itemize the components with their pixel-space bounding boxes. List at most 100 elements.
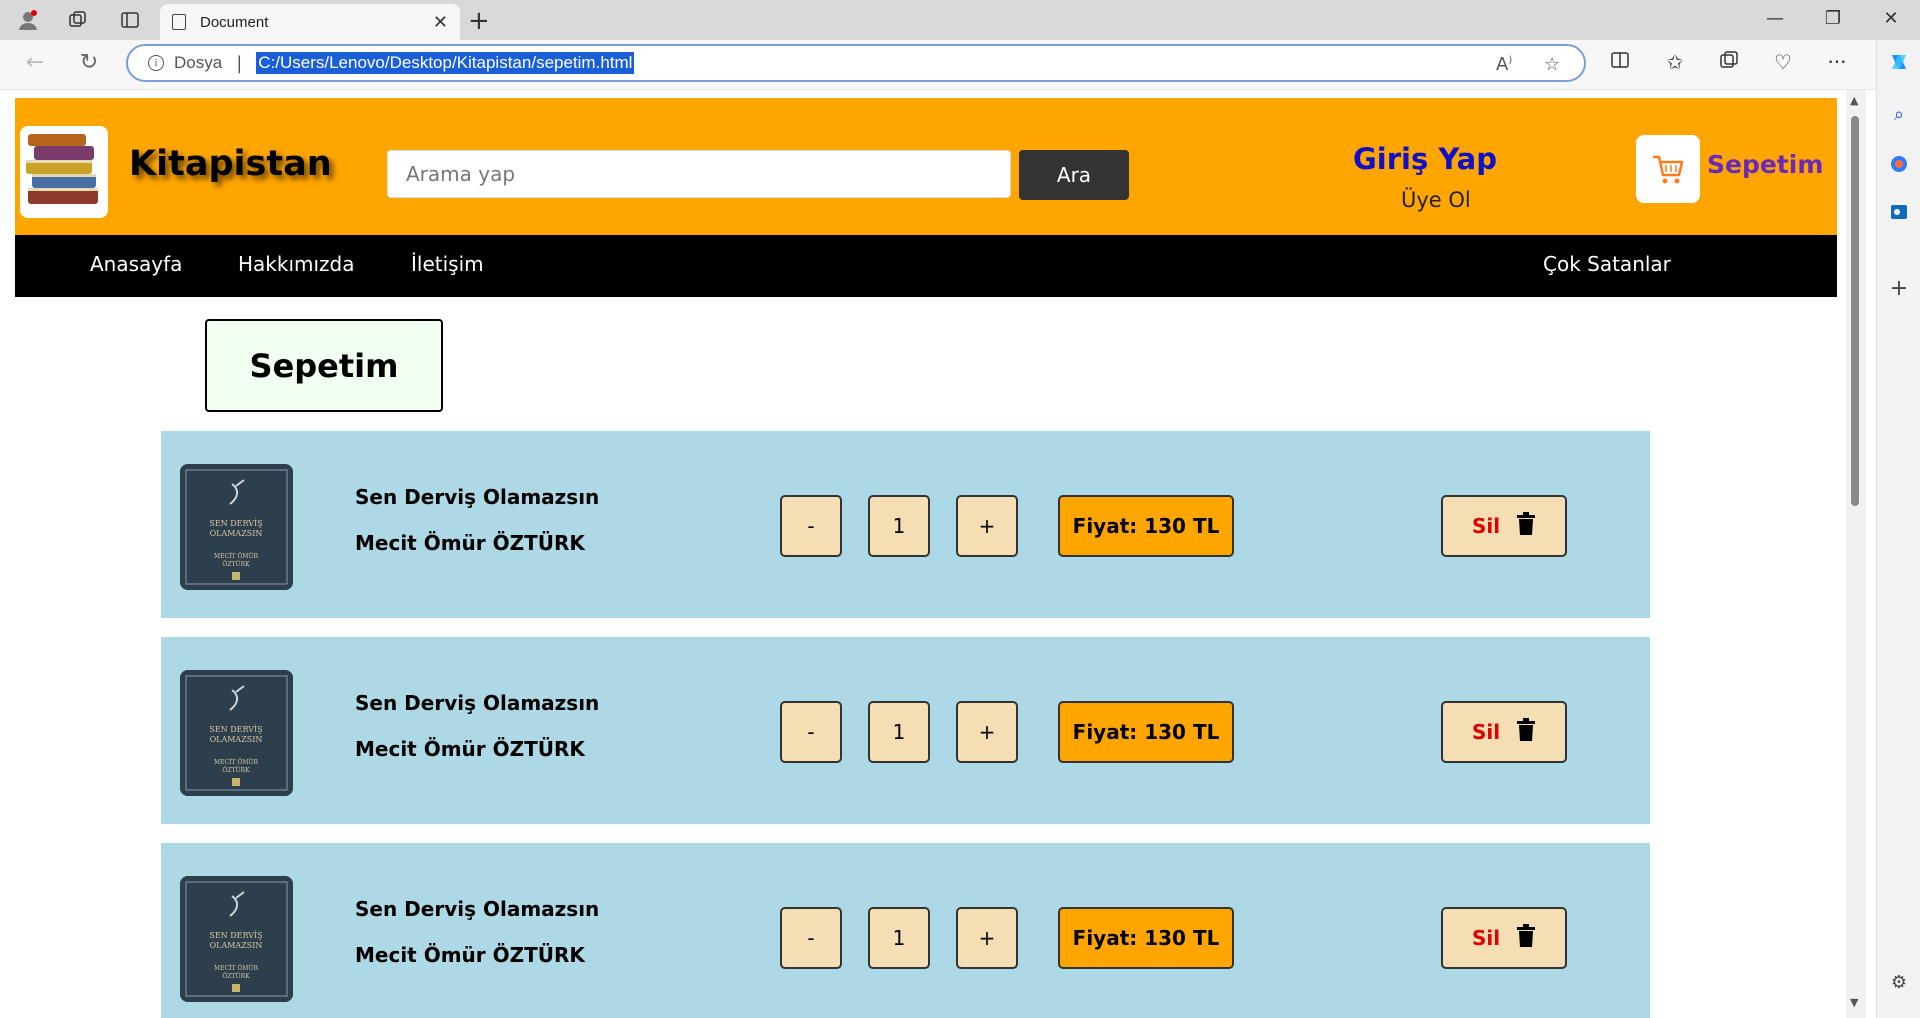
svg-text:SEN DERVİŞ: SEN DERVİŞ xyxy=(209,519,262,528)
profile-icon[interactable] xyxy=(16,8,40,32)
cart-list: SEN DERVİŞ OLAMAZSIN MECİT ÖMÜR ÖZTÜRK S… xyxy=(161,431,1650,1018)
decrement-button[interactable]: - xyxy=(780,907,842,969)
minimize-icon[interactable]: — xyxy=(1760,8,1790,29)
workspaces-icon[interactable] xyxy=(66,8,90,32)
url-field[interactable]: i Dosya | C:/Users/Lenovo/Desktop/Kitapi… xyxy=(126,44,1586,82)
url-separator: | xyxy=(236,52,243,74)
close-tab-icon[interactable]: ✕ xyxy=(433,12,448,33)
book-author: Mecit Ömür ÖZTÜRK xyxy=(355,531,585,555)
search-button[interactable]: Ara xyxy=(1019,150,1129,200)
quantity-field[interactable]: 1 xyxy=(868,907,930,969)
trash-icon xyxy=(1516,718,1536,746)
nav-item-about[interactable]: Hakkımızda xyxy=(238,252,355,276)
delete-button[interactable]: Sil xyxy=(1441,495,1567,557)
site-brand[interactable]: Kitapistan xyxy=(129,144,332,184)
page-viewport: Kitapistan Ara Giriş Yap Üye Ol Sepetim … xyxy=(0,91,1846,1018)
info-icon[interactable]: i xyxy=(148,55,164,71)
delete-label: Sil xyxy=(1471,926,1501,950)
url-scheme-label: Dosya xyxy=(174,53,223,72)
book-cover-image: SEN DERVİŞ OLAMAZSIN MECİT ÖMÜR ÖZTÜRK xyxy=(180,464,293,590)
price-badge: Fiyat: 130 TL xyxy=(1058,701,1234,763)
site-header: Kitapistan Ara Giriş Yap Üye Ol Sepetim xyxy=(15,98,1837,235)
tab-document[interactable]: Document ✕ xyxy=(160,4,460,40)
collections-icon[interactable] xyxy=(1714,50,1744,75)
settings-gear-icon[interactable]: ⚙ xyxy=(1887,970,1911,994)
book-cover-image: SEN DERVİŞ OLAMAZSIN MECİT ÖMÜR ÖZTÜRK xyxy=(180,670,293,796)
shopping-icon[interactable] xyxy=(1887,152,1911,176)
increment-button[interactable]: + xyxy=(956,495,1018,557)
refresh-icon[interactable]: ↻ xyxy=(74,50,104,75)
svg-text:MECİT ÖMÜR: MECİT ÖMÜR xyxy=(214,759,259,766)
main-nav: Anasayfa Hakkımızda İletişim Çok Satanla… xyxy=(15,235,1837,297)
decrement-button[interactable]: - xyxy=(780,701,842,763)
svg-text:ÖZTÜRK: ÖZTÜRK xyxy=(222,561,250,568)
trash-icon xyxy=(1516,924,1536,952)
close-window-icon[interactable]: ✕ xyxy=(1876,8,1906,29)
book-title: Sen Derviş Olamazsın xyxy=(355,485,600,509)
book-author: Mecit Ömür ÖZTÜRK xyxy=(355,943,585,967)
delete-label: Sil xyxy=(1471,514,1501,538)
delete-button[interactable]: Sil xyxy=(1441,907,1567,969)
price-badge: Fiyat: 130 TL xyxy=(1058,907,1234,969)
document-icon xyxy=(172,14,186,30)
tab-actions-icon[interactable] xyxy=(118,8,142,32)
increment-button[interactable]: + xyxy=(956,907,1018,969)
outlook-icon[interactable] xyxy=(1887,200,1911,224)
new-tab-icon[interactable]: + xyxy=(468,6,490,36)
page-title: Sepetim xyxy=(205,319,443,412)
cart-item-row: SEN DERVİŞ OLAMAZSIN MECİT ÖMÜR ÖZTÜRK S… xyxy=(161,843,1650,1018)
svg-text:MECİT ÖMÜR: MECİT ÖMÜR xyxy=(214,553,259,560)
site-logo[interactable] xyxy=(20,126,108,218)
favorite-star-icon[interactable]: ☆ xyxy=(1544,54,1560,75)
browser-address-bar: ← ↻ i Dosya | C:/Users/Lenovo/Desktop/Ki… xyxy=(0,40,1920,90)
cart-item-row: SEN DERVİŞ OLAMAZSIN MECİT ÖMÜR ÖZTÜRK S… xyxy=(161,431,1650,618)
browser-essentials-icon[interactable]: ♡ xyxy=(1768,50,1798,74)
nav-item-home[interactable]: Anasayfa xyxy=(90,252,182,276)
back-icon[interactable]: ← xyxy=(20,50,50,75)
tab-title: Document xyxy=(200,13,269,31)
svg-text:SEN DERVİŞ: SEN DERVİŞ xyxy=(209,931,262,940)
book-title: Sen Derviş Olamazsın xyxy=(355,897,600,921)
svg-text:SEN DERVİŞ: SEN DERVİŞ xyxy=(209,725,262,734)
url-text[interactable]: C:/Users/Lenovo/Desktop/Kitapistan/sepet… xyxy=(256,52,635,74)
nav-item-contact[interactable]: İletişim xyxy=(411,252,484,276)
scroll-thumb[interactable] xyxy=(1851,116,1859,506)
more-options-icon[interactable]: ··· xyxy=(1822,50,1852,74)
svg-text:OLAMAZSIN: OLAMAZSIN xyxy=(210,735,263,744)
delete-button[interactable]: Sil xyxy=(1441,701,1567,763)
search-icon[interactable]: ⌕ xyxy=(1887,102,1911,126)
read-aloud-icon[interactable]: A) xyxy=(1496,54,1512,75)
add-sidebar-app-icon[interactable]: + xyxy=(1887,276,1911,301)
copilot-icon[interactable] xyxy=(1887,50,1911,74)
delete-label: Sil xyxy=(1471,720,1501,744)
cart-link[interactable]: Sepetim xyxy=(1707,150,1823,179)
favorites-icon[interactable]: ✩ xyxy=(1660,50,1690,74)
scroll-down-icon[interactable]: ▼ xyxy=(1850,996,1858,1009)
search-input[interactable] xyxy=(387,150,1011,198)
quantity-field[interactable]: 1 xyxy=(868,701,930,763)
cart-item-row: SEN DERVİŞ OLAMAZSIN MECİT ÖMÜR ÖZTÜRK S… xyxy=(161,637,1650,824)
svg-text:ÖZTÜRK: ÖZTÜRK xyxy=(222,767,250,774)
split-screen-icon[interactable] xyxy=(1605,50,1635,75)
signup-link[interactable]: Üye Ol xyxy=(1401,188,1471,212)
book-title: Sen Derviş Olamazsın xyxy=(355,691,600,715)
decrement-button[interactable]: - xyxy=(780,495,842,557)
browser-tab-bar: Document ✕ + — ❐ ✕ xyxy=(0,0,1920,40)
svg-text:OLAMAZSIN: OLAMAZSIN xyxy=(210,941,263,950)
browser-sidebar: ⌕ + ⚙ xyxy=(1876,40,1920,1018)
svg-text:ÖZTÜRK: ÖZTÜRK xyxy=(222,973,250,980)
page-scrollbar[interactable]: ▲ ▼ xyxy=(1846,90,1866,1018)
nav-item-bestsellers[interactable]: Çok Satanlar xyxy=(1543,252,1671,276)
svg-text:MECİT ÖMÜR: MECİT ÖMÜR xyxy=(214,965,259,972)
restore-icon[interactable]: ❐ xyxy=(1818,8,1848,29)
increment-button[interactable]: + xyxy=(956,701,1018,763)
quantity-field[interactable]: 1 xyxy=(868,495,930,557)
book-cover-image: SEN DERVİŞ OLAMAZSIN MECİT ÖMÜR ÖZTÜRK xyxy=(180,876,293,1002)
cart-icon[interactable] xyxy=(1636,135,1700,203)
scroll-up-icon[interactable]: ▲ xyxy=(1850,94,1858,107)
svg-text:OLAMAZSIN: OLAMAZSIN xyxy=(210,529,263,538)
trash-icon xyxy=(1516,512,1536,540)
price-badge: Fiyat: 130 TL xyxy=(1058,495,1234,557)
login-link[interactable]: Giriş Yap xyxy=(1353,142,1497,176)
book-author: Mecit Ömür ÖZTÜRK xyxy=(355,737,585,761)
